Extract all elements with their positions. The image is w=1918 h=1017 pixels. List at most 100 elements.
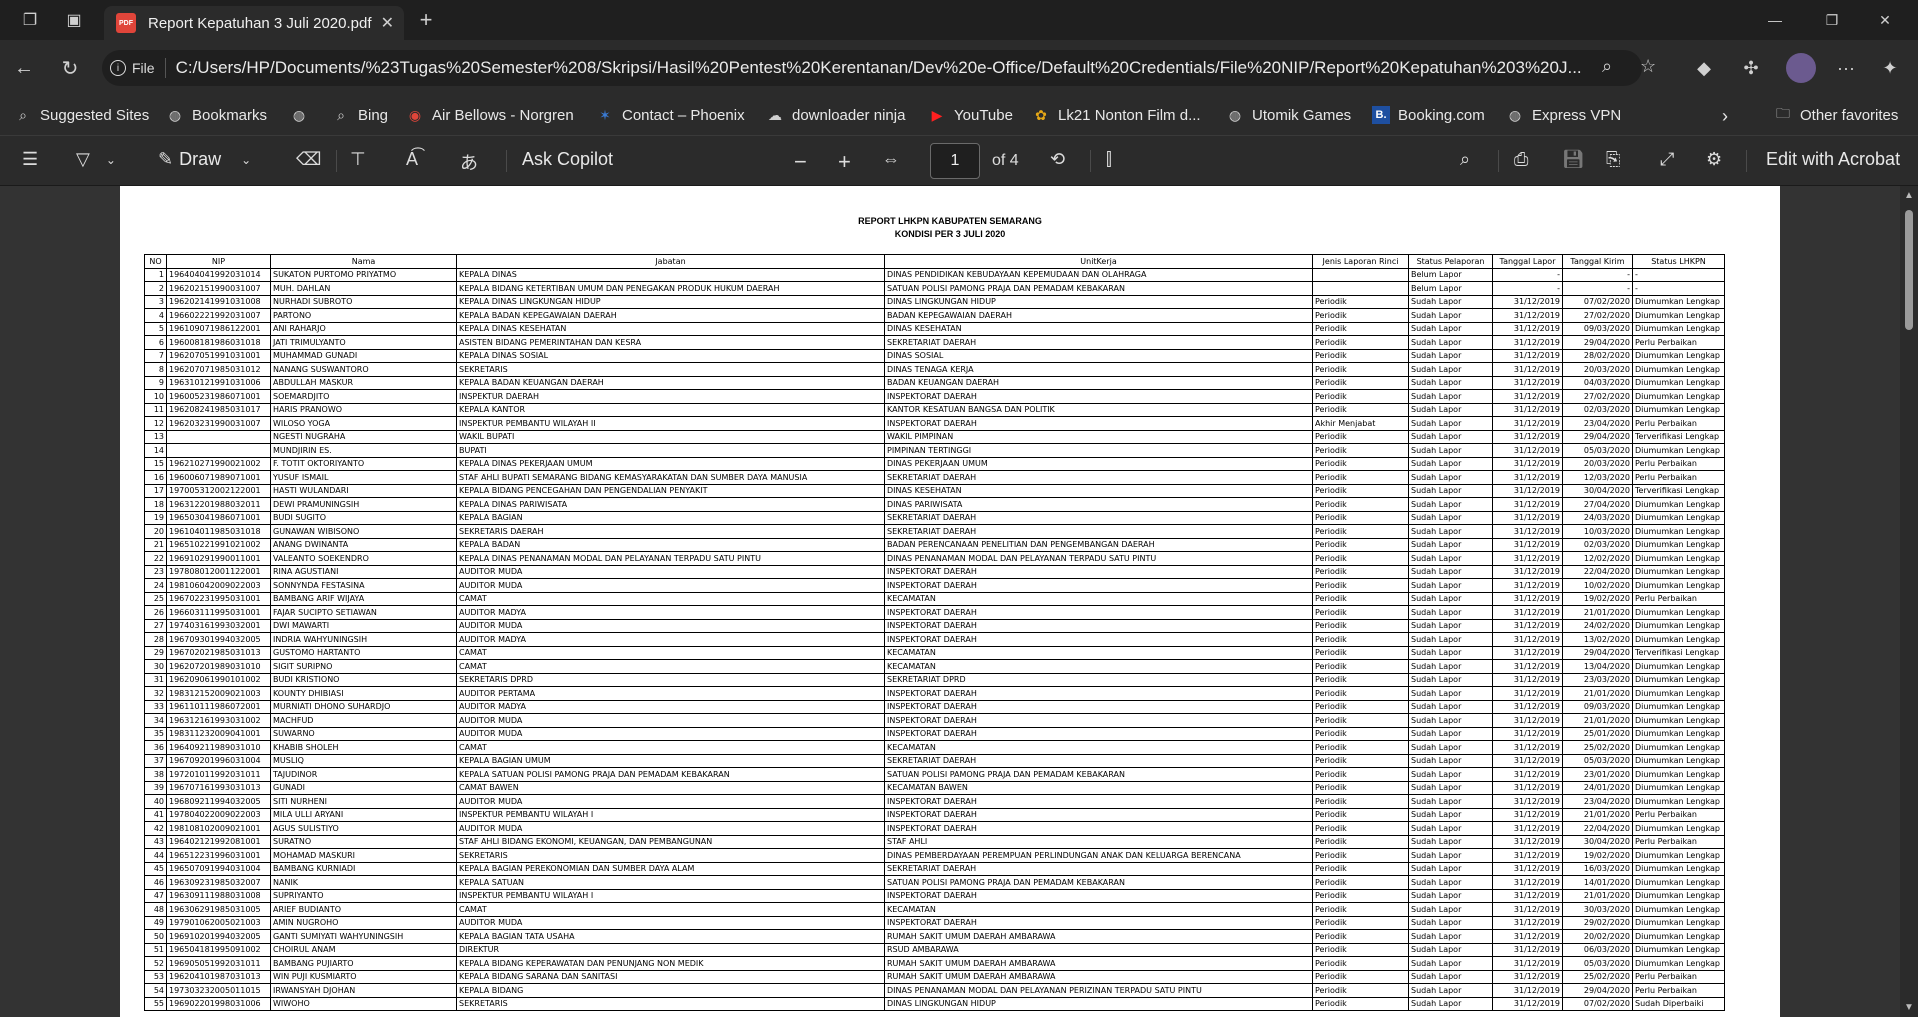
save-icon[interactable]: 💾︎: [1562, 149, 1585, 170]
table-cell: PIMPINAN TERTINGGI: [884, 443, 1313, 458]
fav-suggested-sites[interactable]: ⌕ Suggested Sites: [14, 106, 149, 124]
draw-button[interactable]: ✎ Draw ⌄: [158, 149, 251, 170]
minimize-icon[interactable]: —: [1760, 8, 1790, 32]
fit-to-width-icon[interactable]: ⇔: [882, 149, 900, 170]
contents-list-icon[interactable]: ☰: [22, 149, 38, 170]
profile-avatar[interactable]: [1786, 53, 1816, 83]
rotate-icon[interactable]: ⟲: [1050, 149, 1065, 170]
table-cell: DINAS PARIWISATA: [884, 497, 1313, 512]
toolbar-divider: [336, 150, 337, 172]
table-cell: GUNAWAN WIBISONO: [270, 524, 457, 539]
table-cell: ABDULLAH MASKUR: [270, 375, 457, 390]
table-cell: 29/04/2020: [1562, 335, 1633, 350]
table-cell: DINAS LINGKUNGAN HIDUP: [884, 996, 1313, 1011]
fav-bing[interactable]: ⌕ Bing: [332, 106, 388, 124]
table-cell: Sudah Lapor: [1408, 362, 1493, 377]
url-text[interactable]: C:/Users/HP/Documents/%23Tugas%20Semeste…: [176, 58, 1586, 78]
table-cell: 31/12/2019: [1492, 929, 1563, 944]
table-row: 21 196510221991021002 ANANG DWINANTA KEPALA…: [144, 537, 1725, 552]
page-number-input[interactable]: 1: [930, 143, 980, 179]
restore-icon[interactable]: ❐: [1817, 8, 1847, 32]
edit-with-acrobat-button[interactable]: Edit with Acrobat: [1766, 149, 1900, 170]
table-cell: KEPALA BIDANG SARANA DAN SANITASI: [456, 969, 885, 984]
table-cell: SEKRETARIAT DAERAH: [884, 753, 1313, 768]
table-cell: 20/03/2020: [1562, 456, 1633, 471]
vertical-scrollbar[interactable]: ▲ ▼: [1900, 186, 1918, 1017]
translate-icon[interactable]: あ: [460, 149, 478, 175]
copilot-icon[interactable]: ✦: [1876, 54, 1904, 82]
table-row: 14 MUNDJIRIN ES. BUPATI PIMPINAN TERTINGGI P…: [144, 443, 1725, 458]
fav-youtube[interactable]: ▶ YouTube: [928, 106, 1013, 124]
zoom-in-icon[interactable]: +: [838, 149, 851, 175]
search-icon[interactable]: ⌕: [1460, 149, 1470, 170]
table-cell: Sudah Lapor: [1408, 969, 1493, 984]
table-cell: 31/12/2019: [1492, 645, 1563, 660]
fav-phoenix[interactable]: ✶ Contact – Phoenix: [596, 106, 744, 124]
refresh-icon[interactable]: ↻: [56, 54, 84, 82]
fav-booking[interactable]: B. Booking.com: [1372, 106, 1485, 124]
fav-lk21[interactable]: ✿ Lk21 Nonton Film d...: [1032, 106, 1200, 124]
table-cell: HASTI WULANDARI: [270, 483, 457, 498]
settings-gear-icon[interactable]: ⚙: [1706, 149, 1722, 170]
fav-bookmarks[interactable]: ◍ Bookmarks: [166, 106, 267, 124]
table-cell: 02/03/2020: [1562, 402, 1633, 417]
table-cell: 05/03/2020: [1562, 956, 1633, 971]
tab-active[interactable]: PDF Report Kepatuhan 3 Juli 2020.pdf ✕: [104, 6, 404, 40]
fav-downloader-ninja[interactable]: ☁ downloader ninja: [766, 106, 905, 124]
table-cell: Diumumkan Lengkap: [1632, 888, 1725, 903]
fav-utomik[interactable]: ◍ Utomik Games: [1226, 106, 1351, 124]
other-favorites-folder[interactable]: 🗀 Other favorites: [1774, 105, 1898, 124]
table-cell: 12: [144, 416, 167, 431]
close-window-icon[interactable]: ✕: [1870, 8, 1900, 32]
table-row: 19 196503041986071001 BUDI SUGITO KEPALA BA…: [144, 510, 1725, 525]
zoom-icon[interactable]: ⌕: [1602, 56, 1612, 77]
fav-globe[interactable]: ◍: [290, 106, 316, 124]
table-cell: DINAS KESEHATAN: [884, 483, 1313, 498]
address-bar[interactable]: i File C:/Users/HP/Documents/%23Tugas%20…: [102, 50, 1656, 86]
back-icon[interactable]: ←: [10, 54, 38, 82]
fav-air-bellows[interactable]: ◉ Air Bellows - Norgren: [406, 106, 574, 124]
fav-express-vpn[interactable]: ◍ Express VPN: [1506, 106, 1621, 124]
scroll-thumb[interactable]: [1905, 210, 1913, 330]
highlight-button[interactable]: ▽ ⌄: [76, 149, 116, 170]
ask-copilot-button[interactable]: Ask Copilot: [522, 149, 613, 170]
table-cell: 31/12/2019: [1492, 416, 1563, 431]
close-tab-icon[interactable]: ✕: [381, 13, 394, 33]
more-favorites-chevron-icon[interactable]: ›: [1722, 106, 1728, 127]
eraser-icon[interactable]: ⌫: [296, 149, 321, 170]
table-cell: 196104011985031018: [166, 524, 271, 539]
save-as-icon[interactable]: ⎘: [1606, 149, 1620, 170]
fullscreen-icon[interactable]: ⤢: [1660, 149, 1674, 170]
more-options-icon[interactable]: ···: [1832, 54, 1860, 82]
extension-icon[interactable]: ◆: [1690, 54, 1718, 82]
table-row: 35 198311232009041001 SUWARNO AUDITOR MUDA I…: [144, 726, 1725, 741]
table-cell: Periodik: [1312, 888, 1409, 903]
table-cell: Periodik: [1312, 821, 1409, 836]
scroll-up-icon[interactable]: ▲: [1904, 190, 1914, 201]
table-cell: Sudah Lapor: [1408, 699, 1493, 714]
table-cell: 30: [144, 659, 167, 674]
print-icon[interactable]: ⎙: [1514, 149, 1528, 170]
table-cell: Sudah Lapor: [1408, 564, 1493, 579]
scroll-down-icon[interactable]: ▼: [1904, 1002, 1914, 1013]
table-cell: WAKIL BUPATI: [456, 429, 885, 444]
favorite-star-icon[interactable]: ☆: [1640, 56, 1656, 77]
table-cell: Sudah Lapor: [1408, 740, 1493, 755]
tab-actions-icon[interactable]: ▣: [62, 8, 86, 32]
table-cell: Diumumkan Lengkap: [1632, 510, 1725, 525]
table-cell: Diumumkan Lengkap: [1632, 402, 1725, 417]
table-cell: Periodik: [1312, 375, 1409, 390]
table-cell: 31: [144, 672, 167, 687]
table-row: 20 196104011985031018 GUNAWAN WIBISONO SEKR…: [144, 524, 1725, 539]
text-box-icon[interactable]: ⊤: [350, 149, 366, 170]
new-tab-icon[interactable]: +: [414, 7, 438, 32]
extensions-puzzle-icon[interactable]: ✣: [1737, 54, 1765, 82]
pdf-viewer[interactable]: REPORT LHKPN KABUPATEN SEMARANG KONDISI …: [0, 186, 1918, 1017]
site-info-button[interactable]: i File: [110, 60, 155, 76]
table-cell: RUMAH SAKIT UMUM DAERAH AMBARAWA: [884, 956, 1313, 971]
workspaces-icon[interactable]: ❐: [18, 8, 42, 32]
table-cell: 196202151990031007: [166, 281, 271, 296]
page-view-icon[interactable]: ⫿: [1106, 149, 1112, 170]
read-aloud-icon[interactable]: A͡: [406, 149, 418, 170]
zoom-out-icon[interactable]: −: [794, 149, 807, 175]
